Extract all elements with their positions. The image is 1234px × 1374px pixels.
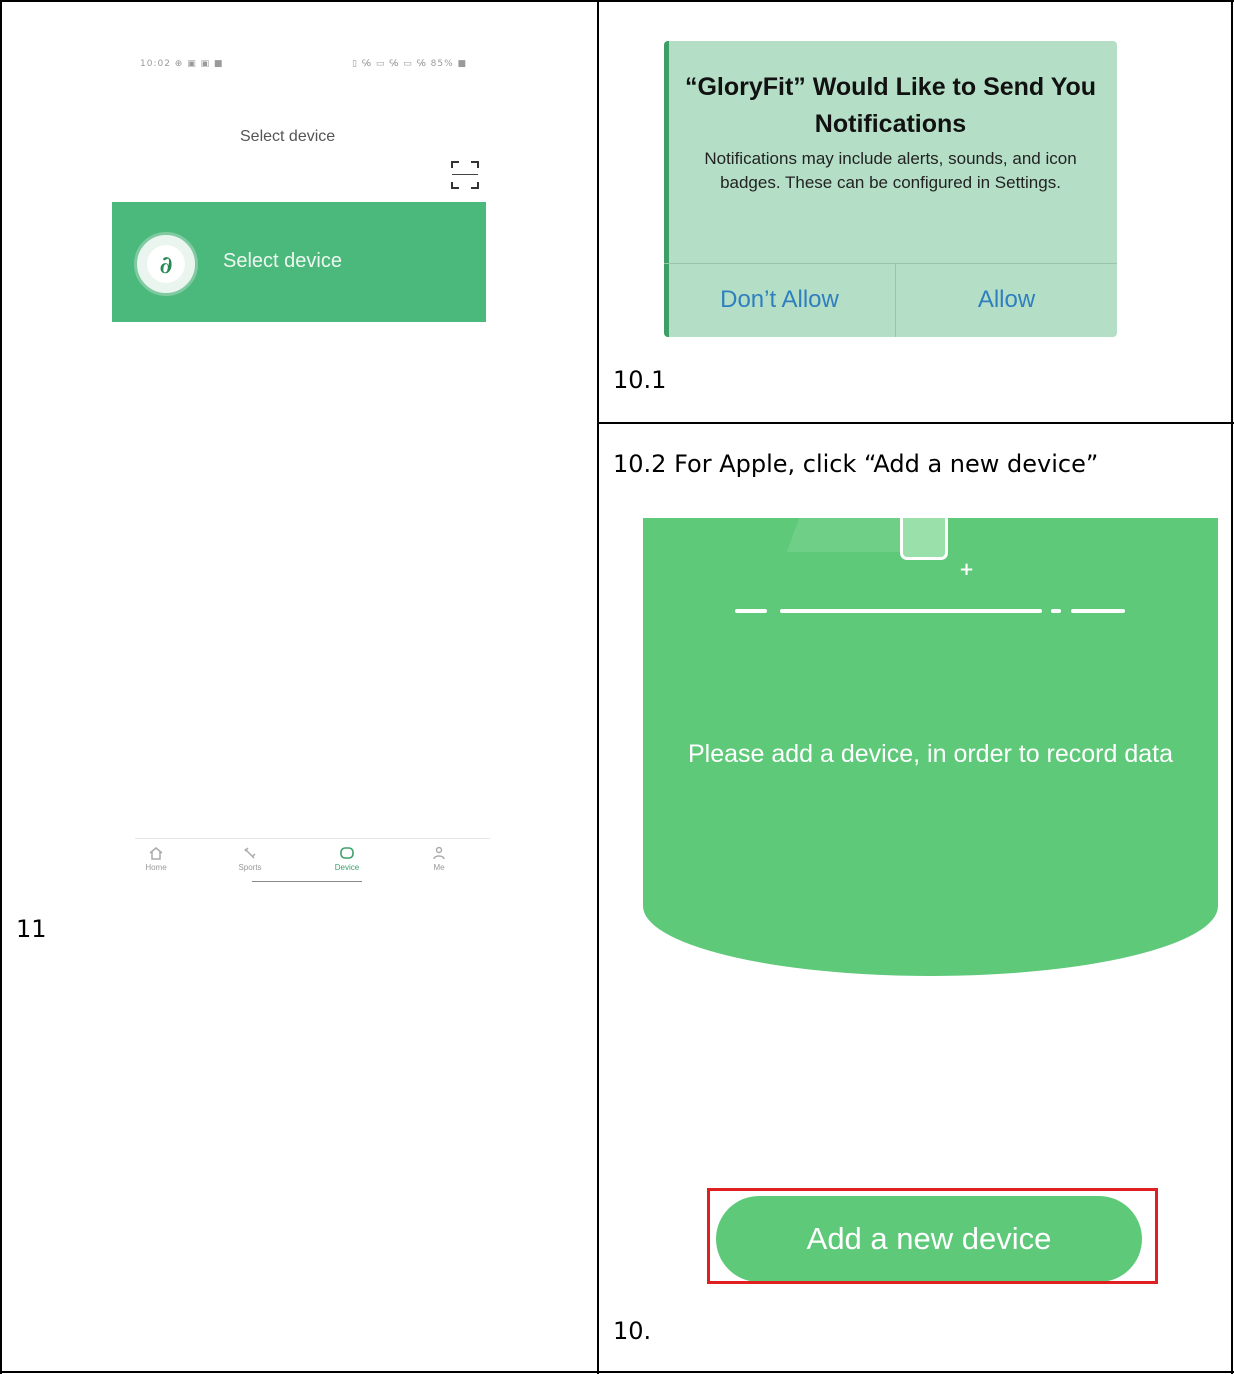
person-icon xyxy=(433,846,445,860)
add-device-prompt: Please add a device, in order to record … xyxy=(687,740,1174,768)
watch-illustration-icon xyxy=(900,518,948,560)
status-bar-right: ▯ ℅ ▭ ℅ ▭ ℅ 85% ■ xyxy=(352,59,467,69)
tab-bar-divider xyxy=(135,838,490,839)
tab-indicator xyxy=(252,881,362,882)
dash-line xyxy=(780,609,1042,613)
table-border-left xyxy=(0,0,2,1374)
app-logo-icon: ∂ xyxy=(134,232,198,296)
status-bar-left: 10:02 ⊕ ▣ ▣ ■ xyxy=(140,59,224,69)
table-border-bottom xyxy=(0,1371,1234,1373)
highlight-frame xyxy=(707,1188,1158,1284)
dialog-title: “GloryFit” Would Like to Send You Notifi… xyxy=(684,73,1097,138)
tab-home[interactable]: Home xyxy=(126,846,186,872)
tab-sports[interactable]: Sports xyxy=(220,846,280,872)
allow-button[interactable]: Allow xyxy=(896,263,1117,337)
step-instruction: 10.2 For Apple, click “Add a new device” xyxy=(613,450,1099,478)
tab-me[interactable]: Me xyxy=(409,846,469,872)
add-device-panel: + Please add a device, in order to recor… xyxy=(643,518,1218,976)
step-number-11: 11 xyxy=(16,915,47,943)
table-border-right xyxy=(1231,0,1233,1374)
step-number-10-1: 10.1 xyxy=(613,366,667,394)
home-icon xyxy=(149,847,163,860)
select-device-banner[interactable]: ∂ Select device xyxy=(112,202,486,322)
step-number-10: 10. xyxy=(613,1317,652,1345)
dont-allow-button[interactable]: Don’t Allow xyxy=(664,263,895,337)
tab-device[interactable]: Device xyxy=(317,846,377,872)
table-row-divider xyxy=(597,422,1234,424)
table-column-divider xyxy=(597,0,599,1374)
scan-icon[interactable] xyxy=(451,161,479,189)
notification-permission-dialog: “GloryFit” Would Like to Send You Notifi… xyxy=(664,41,1117,337)
banner-label: Select device xyxy=(223,250,342,272)
dash-line xyxy=(1051,609,1061,613)
table-border-top xyxy=(0,0,1234,2)
device-icon xyxy=(340,847,354,859)
plus-icon: + xyxy=(959,559,975,580)
page-title: Select device xyxy=(240,128,336,145)
dialog-message: Notifications may include alerts, sounds… xyxy=(704,149,1077,192)
dash-line xyxy=(1071,609,1125,613)
dash-line xyxy=(735,609,767,613)
sports-icon xyxy=(244,847,256,859)
